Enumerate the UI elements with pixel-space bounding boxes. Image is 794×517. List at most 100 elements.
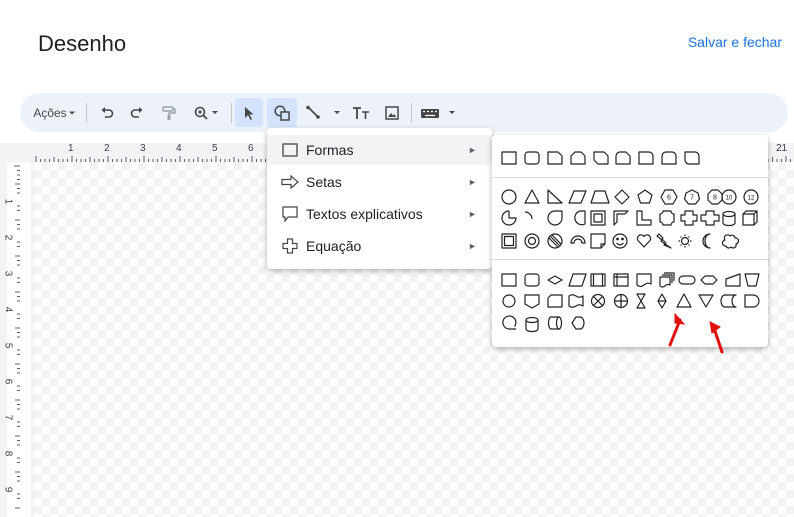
cross-icon[interactable] — [680, 210, 698, 226]
menu-item-callouts[interactable]: Textos explicativos ► — [267, 199, 492, 229]
extract-icon[interactable] — [676, 293, 692, 308]
actions-menu-button[interactable]: Ações — [30, 98, 80, 127]
menu-item-equation[interactable]: Equação ► — [267, 231, 492, 261]
sort-icon[interactable] — [657, 293, 667, 309]
page-title: Desenho — [38, 31, 127, 56]
chord-icon[interactable] — [574, 210, 586, 226]
multidocument-icon[interactable] — [659, 272, 675, 288]
annotation-arrows — [668, 312, 724, 354]
teardrop-icon[interactable] — [547, 210, 563, 226]
ruler-number: 7 — [2, 414, 14, 421]
toolbar-divider — [86, 103, 87, 123]
arrow-icon — [280, 172, 300, 192]
actions-label: Ações — [33, 105, 67, 120]
snip-same-side-rectangle-icon[interactable] — [570, 151, 586, 165]
menu-item-arrows[interactable]: Setas ► — [267, 167, 492, 197]
plaque-icon[interactable] — [659, 210, 675, 226]
lightning-bolt-icon[interactable] — [656, 233, 672, 249]
collate-icon[interactable] — [636, 293, 646, 309]
smiley-icon[interactable] — [612, 233, 628, 249]
paint-format-button[interactable] — [155, 98, 183, 127]
block-arc-icon[interactable] — [570, 235, 586, 244]
menu-item-label: Equação — [306, 238, 362, 254]
ruler-number: 5 — [2, 342, 14, 349]
rectangle-icon[interactable] — [501, 151, 517, 165]
diamond-icon[interactable] — [614, 189, 630, 205]
connector-icon[interactable] — [502, 294, 516, 308]
donut-icon[interactable] — [524, 233, 540, 249]
line-icon — [306, 105, 340, 119]
image-button[interactable] — [378, 98, 406, 127]
ruler-ticks — [7, 162, 31, 517]
manual-input-icon[interactable] — [725, 273, 741, 287]
moon-icon[interactable] — [702, 233, 711, 249]
snip-round-rectangle-icon[interactable] — [615, 151, 631, 165]
ruler-number: 4 — [2, 306, 14, 313]
sun-icon[interactable] — [680, 236, 690, 246]
internal-storage-icon[interactable] — [613, 273, 629, 287]
parallelogram-icon[interactable] — [568, 190, 587, 204]
ruler-number: 3 — [2, 270, 14, 277]
round-same-side-rectangle-icon[interactable] — [661, 151, 677, 165]
triangle-icon[interactable] — [524, 189, 540, 204]
decision-icon[interactable] — [547, 275, 563, 285]
menu-item-label: Formas — [306, 142, 354, 158]
cube-icon[interactable] — [742, 210, 758, 226]
red-arrow-icon — [712, 326, 724, 354]
half-frame-icon[interactable] — [613, 210, 629, 226]
input-tools-button[interactable] — [418, 98, 460, 127]
preparation-icon[interactable] — [700, 275, 718, 285]
ellipse-icon[interactable] — [501, 189, 517, 205]
stored-data-icon[interactable] — [720, 294, 737, 308]
shape-tool-button[interactable] — [267, 98, 297, 127]
frame-icon[interactable] — [590, 210, 606, 226]
submenu-arrow-icon: ► — [468, 177, 477, 187]
undo-button[interactable] — [93, 98, 121, 127]
card-icon[interactable] — [547, 294, 563, 308]
shape-menu: Formas ► Setas ► Textos explicativos ► E… — [267, 128, 492, 269]
plus-shape-icon[interactable] — [700, 210, 720, 226]
process-icon[interactable] — [501, 273, 517, 287]
terminator-icon[interactable] — [678, 275, 696, 285]
arc-icon[interactable] — [524, 211, 533, 220]
select-tool-button[interactable] — [235, 98, 263, 127]
redo-button[interactable] — [123, 98, 151, 127]
snip-diagonal-rectangle-icon[interactable] — [593, 151, 609, 165]
undo-icon — [101, 106, 114, 118]
paint-format-icon — [162, 105, 176, 120]
off-page-connector-icon[interactable] — [524, 294, 540, 309]
manual-operation-icon[interactable] — [744, 273, 760, 287]
pie-icon[interactable] — [501, 210, 517, 226]
document-icon[interactable] — [636, 273, 652, 288]
right-triangle-icon[interactable] — [547, 189, 563, 204]
alternate-process-icon[interactable] — [524, 273, 540, 287]
trapezoid-icon[interactable] — [590, 190, 610, 204]
save-and-close-link[interactable]: Salvar e fechar — [688, 34, 782, 50]
line-tool-button[interactable] — [303, 98, 345, 127]
heart-icon[interactable] — [636, 234, 652, 248]
round-diagonal-rectangle-icon[interactable] — [684, 151, 700, 165]
text-box-button[interactable] — [347, 98, 375, 127]
menu-item-shapes[interactable]: Formas ► — [267, 135, 492, 165]
ruler-corner — [0, 143, 34, 162]
zoom-button[interactable] — [187, 98, 225, 127]
image-icon — [385, 105, 399, 120]
delay-icon[interactable] — [744, 294, 760, 308]
data-icon[interactable] — [568, 273, 587, 287]
rounded-rectangle-icon[interactable] — [524, 151, 540, 165]
snip-corner-rectangle-icon[interactable] — [547, 151, 563, 165]
cloud-icon[interactable] — [721, 234, 740, 249]
pentagon-icon[interactable] — [637, 189, 653, 204]
display-icon[interactable] — [571, 316, 585, 330]
merge-icon[interactable] — [698, 294, 714, 308]
folded-corner-icon[interactable] — [590, 233, 606, 249]
caret-down-icon — [68, 111, 75, 114]
sequential-access-storage-icon[interactable] — [502, 315, 517, 330]
round-corner-rectangle-icon[interactable] — [638, 151, 654, 165]
l-shape-icon[interactable] — [636, 210, 652, 226]
punched-tape-icon[interactable] — [568, 294, 584, 308]
submenu-arrow-icon: ► — [468, 241, 477, 251]
submenu-arrow-icon: ► — [468, 145, 477, 155]
direct-access-storage-icon[interactable] — [547, 316, 563, 330]
polygon-side-label: 7 — [690, 195, 694, 202]
